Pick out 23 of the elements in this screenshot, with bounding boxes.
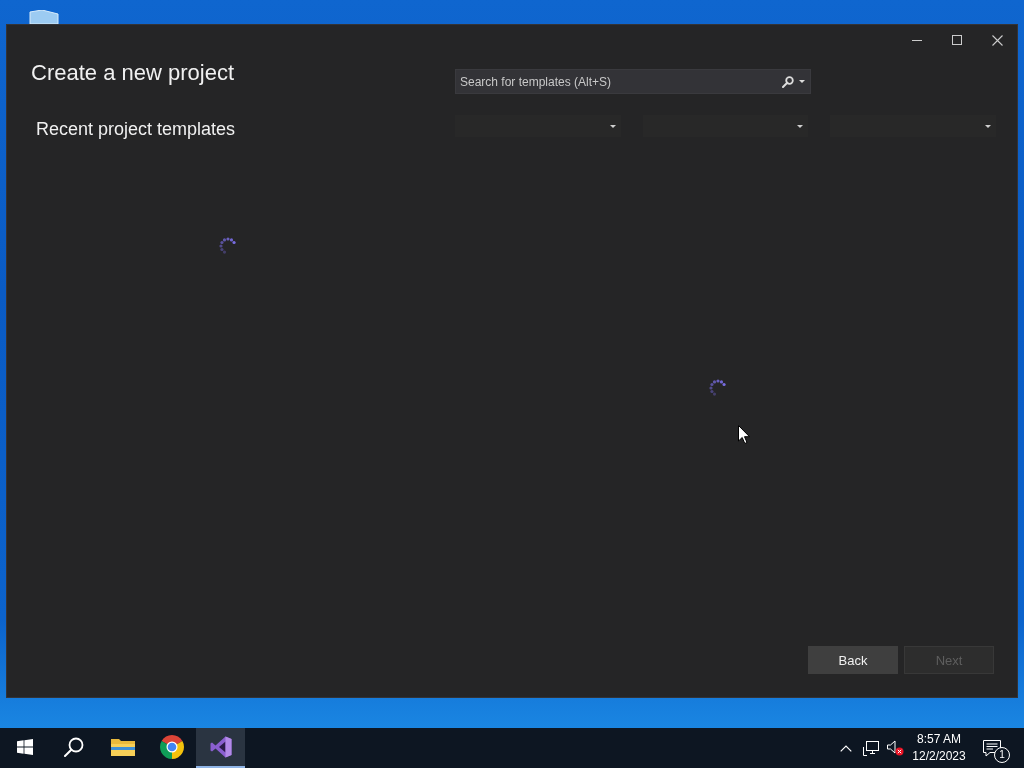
clock-time[interactable]: 8:57 AM	[917, 731, 961, 748]
recent-templates-heading: Recent project templates	[35, 118, 237, 141]
caret-down-icon	[799, 80, 805, 83]
mouse-pointer-icon	[738, 425, 750, 444]
search-icon	[63, 737, 84, 757]
notification-count: 1	[994, 747, 1010, 763]
back-button[interactable]: Back	[808, 646, 898, 674]
folder-icon	[110, 738, 135, 756]
windows-logo-icon	[16, 739, 33, 755]
maximize-icon	[952, 35, 962, 45]
close-icon	[991, 34, 1003, 46]
search-options-button[interactable]	[782, 75, 805, 88]
taskbar-app-button[interactable]	[196, 728, 245, 768]
network-monitor-icon[interactable]	[863, 740, 879, 756]
ribbon-logo-icon	[209, 736, 232, 758]
clock-date[interactable]: 12/2/2023	[912, 748, 966, 765]
window-title: Create a new project	[31, 59, 235, 87]
minimize-icon	[912, 39, 922, 41]
notification-icon[interactable]	[983, 739, 1001, 757]
speaker-icon[interactable]	[886, 740, 904, 756]
search-icon	[782, 75, 794, 88]
round-logo-icon	[159, 735, 184, 759]
search-field[interactable]: Search for templates (Alt+S)	[455, 69, 811, 94]
